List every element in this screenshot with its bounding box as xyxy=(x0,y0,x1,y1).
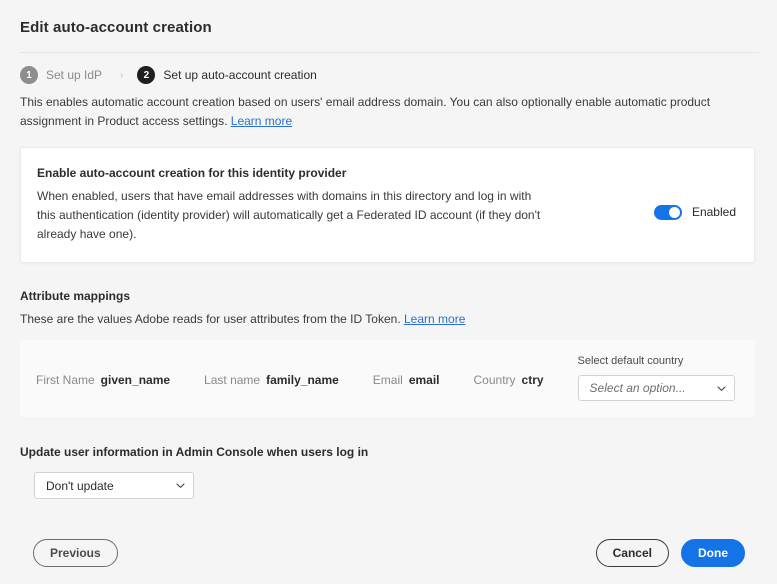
step-2-badge: 2 xyxy=(137,66,155,84)
step-setup-auto-account-creation[interactable]: 2 Set up auto-account creation xyxy=(137,66,316,84)
attribute-mappings-learn-more-link[interactable]: Learn more xyxy=(404,312,465,326)
enable-auto-account-creation-card: Enable auto-account creation for this id… xyxy=(20,147,755,263)
cancel-button[interactable]: Cancel xyxy=(596,539,669,567)
mapping-item-last-name: Last name family_name xyxy=(204,372,339,388)
enable-toggle-group: Enabled xyxy=(654,164,736,220)
step-1-badge: 1 xyxy=(20,66,38,84)
attribute-mappings-subtitle: These are the values Adobe reads for use… xyxy=(20,310,757,328)
enable-auto-account-creation-toggle[interactable] xyxy=(654,205,682,220)
default-country-field: Select default country Select an option.… xyxy=(578,354,753,401)
attribute-mapping-list: First Name given_name Last name family_n… xyxy=(36,354,578,388)
mapping-item-country: Country ctry xyxy=(474,372,544,388)
wizard-stepper: 1 Set up IdP › 2 Set up auto-account cre… xyxy=(0,53,777,83)
previous-button[interactable]: Previous xyxy=(33,539,118,567)
update-user-info-select[interactable]: Don't update xyxy=(34,472,194,499)
mapping-label-email: Email xyxy=(373,372,403,388)
mapping-value-email: email xyxy=(409,372,440,388)
default-country-select-value: Select an option... xyxy=(590,381,686,395)
mapping-value-country: ctry xyxy=(522,372,544,388)
enable-card-text: Enable auto-account creation for this id… xyxy=(37,164,567,244)
chevron-down-icon xyxy=(717,384,726,393)
default-country-label: Select default country xyxy=(578,354,753,369)
enable-card-description: When enabled, users that have email addr… xyxy=(37,187,553,244)
page-title: Edit auto-account creation xyxy=(20,18,757,38)
toggle-knob xyxy=(669,207,680,218)
dialog-footer: Previous Cancel Done xyxy=(0,522,777,584)
chevron-right-icon: › xyxy=(120,70,123,81)
update-user-info-title: Update user information in Admin Console… xyxy=(20,443,757,461)
footer-primary-actions: Cancel Done xyxy=(596,539,745,567)
attribute-mappings-panel: First Name given_name Last name family_n… xyxy=(20,340,755,417)
mapping-value-first-name: given_name xyxy=(101,372,170,388)
mapping-item-first-name: First Name given_name xyxy=(36,372,170,388)
step-setup-idp[interactable]: 1 Set up IdP xyxy=(20,66,102,84)
page-content: Enable auto-account creation for this id… xyxy=(0,131,777,584)
mapping-label-last-name: Last name xyxy=(204,372,260,388)
mapping-label-country: Country xyxy=(474,372,516,388)
mapping-item-email: Email email xyxy=(373,372,440,388)
done-button[interactable]: Done xyxy=(681,539,745,567)
step-1-label: Set up IdP xyxy=(46,67,102,83)
intro-text: This enables automatic account creation … xyxy=(0,83,750,131)
page-header: Edit auto-account creation xyxy=(0,0,777,53)
enable-card-title: Enable auto-account creation for this id… xyxy=(37,164,553,182)
intro-learn-more-link[interactable]: Learn more xyxy=(231,114,292,128)
mapping-value-last-name: family_name xyxy=(266,372,339,388)
step-2-label: Set up auto-account creation xyxy=(163,67,316,83)
update-user-info-field: Don't update xyxy=(20,472,757,499)
default-country-select[interactable]: Select an option... xyxy=(578,375,735,401)
toggle-state-label: Enabled xyxy=(692,204,736,220)
attribute-mappings-subtitle-text: These are the values Adobe reads for use… xyxy=(20,312,401,326)
edit-auto-account-creation-page: Edit auto-account creation 1 Set up IdP … xyxy=(0,0,777,584)
update-user-info-select-value: Don't update xyxy=(46,479,114,493)
intro-description: This enables automatic account creation … xyxy=(20,95,710,128)
attribute-mappings-title: Attribute mappings xyxy=(20,287,757,305)
mapping-label-first-name: First Name xyxy=(36,372,95,388)
chevron-down-icon xyxy=(176,481,185,490)
